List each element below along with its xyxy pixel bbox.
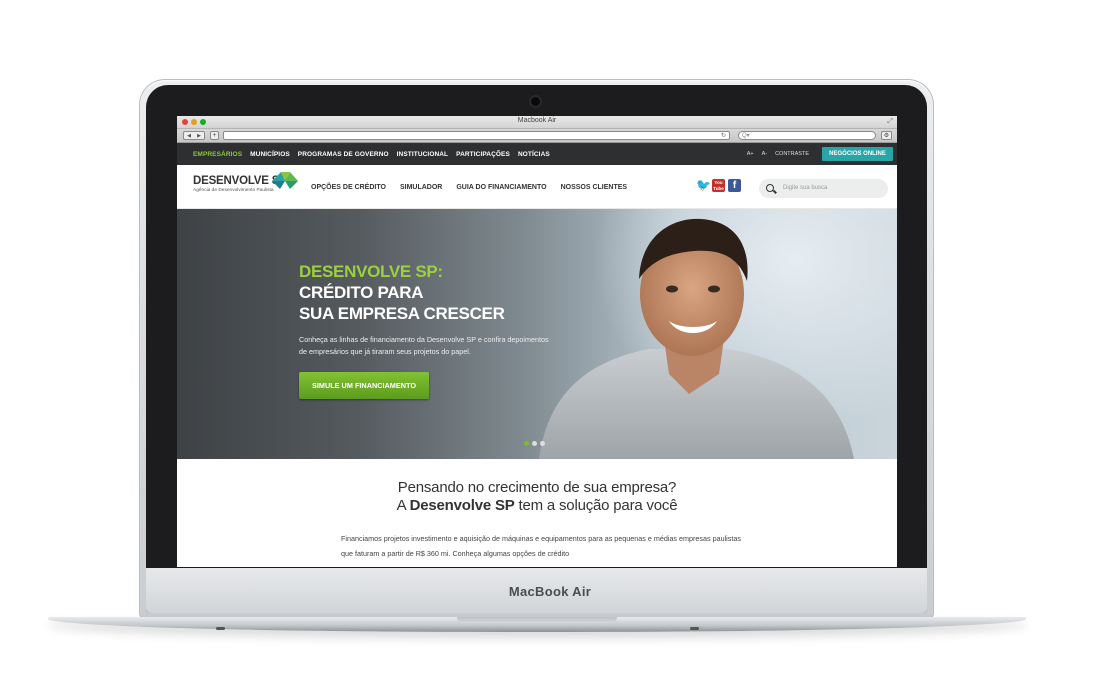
- topnav-empresarios[interactable]: EMPRESÁRIOS: [193, 151, 242, 158]
- carousel-dots: [524, 441, 545, 446]
- foot-right: [690, 627, 699, 630]
- hero-title-line3: SUA EMPRESA CRESCER: [299, 304, 505, 323]
- font-increase-button[interactable]: A+: [747, 151, 754, 157]
- site-header: DESENVOLVE SP Agência de Desenvolvimento…: [177, 165, 897, 209]
- social-links: 🐦 You Tube f: [696, 179, 741, 192]
- section-title-line1: Pensando no crecimento de sua empresa?: [397, 479, 677, 496]
- foot-left: [216, 627, 225, 630]
- top-utility-nav: EMPRESÁRIOS MUNICÍPIOS PROGRAMAS DE GOVE…: [177, 143, 897, 165]
- browser-screen: Macbook Air ⤢ ◀ ▶ + ↻ Q▾ ⚙ EMPRESÁRIOS M…: [177, 116, 897, 567]
- carousel-dot-3[interactable]: [540, 441, 545, 446]
- hero-text-block: DESENVOLVE SP: CRÉDITO PARA SUA EMPRESA …: [299, 261, 549, 399]
- simulate-financing-button[interactable]: SIMULE UM FINANCIAMENTO: [299, 372, 429, 399]
- device-label: MacBook Air: [508, 584, 592, 599]
- facebook-icon[interactable]: f: [728, 179, 741, 192]
- font-decrease-button[interactable]: A-: [762, 151, 768, 157]
- section-title: Pensando no crecimento de sua empresa? A…: [177, 479, 897, 515]
- section-title-line2: A Desenvolve SP tem a solução para você: [396, 497, 678, 514]
- topnav-programas[interactable]: PROGRAMAS DE GOVERNO: [298, 151, 389, 158]
- contrast-button[interactable]: CONTRASTE: [775, 151, 809, 157]
- history-buttons: ◀ ▶: [183, 131, 205, 140]
- accessibility-tools: A+ A- CONTRASTE: [739, 143, 809, 165]
- carousel-dot-2[interactable]: [532, 441, 537, 446]
- site-logo[interactable]: DESENVOLVE SP Agência de Desenvolvimento…: [193, 172, 298, 193]
- topnav-participacoes[interactable]: PARTICIPAÇÕES: [456, 151, 510, 158]
- site-search-input[interactable]: Digite sua busca: [759, 179, 888, 198]
- nav-nossos-clientes[interactable]: NOSSOS CLIENTES: [561, 184, 628, 191]
- window-title: Macbook Air: [517, 117, 557, 124]
- carousel-dot-1[interactable]: [524, 441, 529, 446]
- reload-icon[interactable]: ↻: [721, 132, 726, 140]
- browser-search-field[interactable]: Q▾: [738, 131, 876, 140]
- hero-title-green: DESENVOLVE SP:: [299, 262, 443, 281]
- logo-mark-icon: [272, 172, 298, 189]
- youtube-icon[interactable]: You Tube: [712, 179, 725, 192]
- topnav-institucional[interactable]: INSTITUCIONAL: [397, 151, 449, 158]
- back-icon[interactable]: ◀: [184, 132, 194, 139]
- fullscreen-icon[interactable]: ⤢: [887, 118, 893, 126]
- intro-section: Pensando no crecimento de sua empresa? A…: [177, 459, 897, 562]
- hero-banner: DESENVOLVE SP: CRÉDITO PARA SUA EMPRESA …: [177, 209, 897, 459]
- camera-icon: [531, 97, 540, 106]
- browser-toolbar: ◀ ▶ + ↻ Q▾ ⚙: [177, 129, 897, 143]
- nav-guia-financiamento[interactable]: GUIA DO FINANCIAMENTO: [456, 184, 546, 191]
- add-tab-button[interactable]: +: [210, 131, 219, 140]
- nav-opcoes-credito[interactable]: OPÇÕES DE CRÉDITO: [311, 184, 386, 191]
- hero-person-image: [539, 218, 854, 459]
- twitter-icon[interactable]: 🐦: [696, 179, 711, 192]
- hero-title-line2: CRÉDITO PARA: [299, 283, 424, 302]
- lid-notch: [457, 617, 617, 623]
- window-titlebar: Macbook Air ⤢: [177, 116, 897, 129]
- forward-icon[interactable]: ▶: [194, 132, 204, 139]
- hero-paragraph: Conheça as linhas de financiamento da De…: [299, 335, 549, 356]
- gear-icon[interactable]: ⚙: [881, 131, 892, 140]
- topnav-municipios[interactable]: MUNICÍPIOS: [250, 151, 290, 158]
- search-placeholder: Digite sua busca: [783, 185, 828, 191]
- main-nav: OPÇÕES DE CRÉDITO SIMULADOR GUIA DO FINA…: [311, 184, 641, 191]
- topnav-noticias[interactable]: NOTÍCIAS: [518, 151, 550, 158]
- section-body: Financiamos projetos investimento e aqui…: [341, 534, 741, 558]
- negocios-online-button[interactable]: NEGÓCIOS ONLINE: [822, 147, 893, 161]
- nav-simulador[interactable]: SIMULADOR: [400, 184, 442, 191]
- address-bar[interactable]: ↻: [223, 131, 730, 140]
- search-icon: [766, 184, 774, 192]
